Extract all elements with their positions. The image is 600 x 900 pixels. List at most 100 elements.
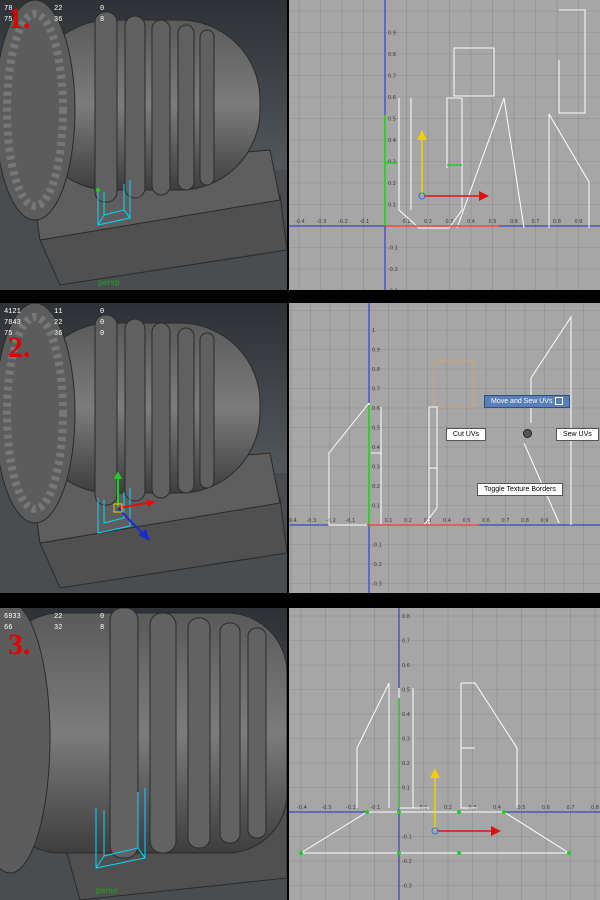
step-number: 3. [8,628,31,661]
uv-tick-labels: -0.4-0.3-0.2-0.10.10.20.30.40.50.60.70.8… [295,31,582,291]
v-tick-label: 0.8 [402,614,410,620]
u-tick-label: 0.2 [424,219,432,225]
v-tick-label: 0.4 [402,712,410,718]
u-tick-label: 0.7 [502,518,510,524]
sew-uvs-menu-item[interactable]: Sew UVs [556,428,599,441]
uv-grid [289,608,600,900]
perspective-viewport[interactable]: 2. 4121 11 0 7843 22 0 75 36 0 [0,303,287,593]
u-tick-label: 0.6 [482,518,490,524]
u-tick-label: 0.4 [443,518,451,524]
u-tick-label: -0.2 [346,805,356,811]
u-tick-label: 0.7 [532,219,540,225]
step-2-panel: 2. 4121110 7843220 75360 -0.4-0.3-0.2-0.… [0,303,600,603]
v-tick-label: 0.1 [402,786,410,792]
v-tick-label: 0.4 [388,138,396,144]
u-tick-label: -0.2 [338,219,348,225]
v-tick-label: -0.2 [402,859,412,865]
u-tick-label: 0.8 [521,518,529,524]
u-tick-label: -0.3 [317,219,327,225]
u-tick-label: 0.6 [542,805,550,811]
uv-texture-editor[interactable]: -0.4-0.3-0.2-0.10.10.20.30.40.50.60.70.8… [289,0,600,290]
u-tick-label: -0.1 [360,219,370,225]
u-tick-label: -0.2 [326,518,336,524]
v-tick-label: 0.2 [388,181,396,187]
v-tick-label: 0.2 [372,484,380,490]
uv-texture-editor[interactable]: -0.4 -0.3 -0.2 -0.1 0.1 0.2 0.3 0.4 0.5 0.6 0.7 0.8… [289,303,600,593]
poly-count-hud: 4121 11 0 7843 22 0 75 36 0 [4,308,105,338]
uv-grid [289,303,600,593]
v-tick-label: 0.4 [372,445,380,451]
v-tick-label: 0.2 [402,761,410,767]
v-tick-label: 0.9 [372,348,380,354]
u-tick-label: -0.4 [295,219,305,225]
u-tick-label: 0.6 [510,219,518,225]
move-and-sew-uvs-menu-item[interactable]: Move and Sew UVs [484,395,571,408]
v-tick-label: 0.6 [402,663,410,669]
v-tick-label: -0.3 [372,582,382,588]
u-tick-label: -0.3 [307,518,317,524]
toggle-texture-borders-menu-item[interactable]: Toggle Texture Borders [477,483,563,496]
camera-name-label: persp [98,278,120,287]
v-tick-label: 0.5 [372,426,380,432]
v-tick-label: 0.5 [388,117,396,123]
v-tick-label: 0.7 [402,639,410,645]
poly-count-hud: 78 22 0 75 36 8 [4,5,105,24]
u-tick-label: -0.4 [289,518,297,524]
u-tick-label: 0.2 [444,805,452,811]
v-tick-label: 1 [372,328,375,334]
u-tick-label: -0.1 [346,518,356,524]
u-tick-label: 0.1 [385,518,393,524]
v-tick-label: -0.3 [388,289,398,291]
cut-uvs-menu-item[interactable]: Cut UVs [446,428,487,441]
u-tick-label: 0.4 [493,805,501,811]
u-tick-label: 0.2 [404,518,412,524]
marking-menu-center-icon [523,429,532,438]
u-tick-label: 0.7 [567,805,575,811]
uv-grid [289,0,600,290]
camera-name-label: persp [96,886,118,895]
v-tick-label: 0.7 [372,387,380,393]
u-tick-label: 0.4 [467,219,475,225]
move-manipulator[interactable] [430,768,501,836]
uv-grid-view: -0.4-0.3-0.2-0.10.10.20.30.40.50.60.70.8… [289,0,600,290]
u-tick-label: 0.9 [575,219,583,225]
option-box-icon[interactable] [555,397,564,406]
u-tick-label: 0.8 [553,219,561,225]
u-tick-label: -0.4 [297,805,307,811]
v-tick-label: 0.5 [402,688,410,694]
v-tick-label: 0.8 [372,367,380,373]
selected-edges [384,115,462,226]
u-tick-label: 0.8 [591,805,599,811]
machine-model-view [0,608,287,900]
v-tick-label: -0.1 [372,543,382,549]
v-tick-label: 0.7 [388,74,396,80]
perspective-viewport[interactable]: 1. 78 22 0 75 36 8 persp [0,0,287,290]
step-1-panel: 1. 78 22 0 75 36 8 persp -0.4 -0.3 -0.2 -0.1 0.1… [0,0,600,300]
uv-texture-editor[interactable]: -0.5-0.4-0.3-0.2-0.10.10.20.30.40.50.60.… [289,608,600,900]
v-tick-label: 0.8 [388,52,396,58]
poly-count-hud: 6933 22 0 66 32 8 [4,613,105,632]
perspective-viewport[interactable]: 3. 6933 22 0 66 32 8 persp [0,608,287,900]
machine-model-view [0,0,287,290]
v-tick-label: -0.2 [372,562,382,568]
u-tick-label: -0.3 [322,805,332,811]
v-tick-label: 0.6 [388,95,396,101]
step-3-panel: 3. 6933220 66328 persp -0.5-0.4-0.3-0.2-… [0,608,600,900]
u-tick-label: 0.5 [518,805,526,811]
v-tick-label: 0.3 [372,465,380,471]
u-tick-label: 0.5 [489,219,497,225]
u-tick-label: -0.1 [371,805,381,811]
v-tick-label: -0.1 [388,246,398,252]
machine-model-view [0,303,287,593]
uv-grid-view: -0.5-0.4-0.3-0.2-0.10.10.20.30.40.50.60.… [289,608,600,900]
u-tick-label: 0.5 [463,518,471,524]
v-tick-label: -0.1 [402,835,412,841]
v-tick-label: 0.6 [372,406,380,412]
v-tick-label: -0.2 [388,267,398,273]
v-tick-label: 0.3 [402,737,410,743]
v-tick-label: 0.9 [388,31,396,37]
uv-tick-labels: -0.5-0.4-0.3-0.2-0.10.10.20.30.40.50.60.… [297,614,599,890]
v-tick-label: 0.1 [372,504,380,510]
uv-grid-view: -0.4 -0.3 -0.2 -0.1 0.1 0.2 0.3 0.4 0.5 0.6 0.7 0.8… [289,303,600,593]
uv-tick-labels: -0.4 -0.3 -0.2 -0.1 0.1 0.2 0.3 0.4 0.5 0.6 0.7 0.8… [289,328,548,588]
